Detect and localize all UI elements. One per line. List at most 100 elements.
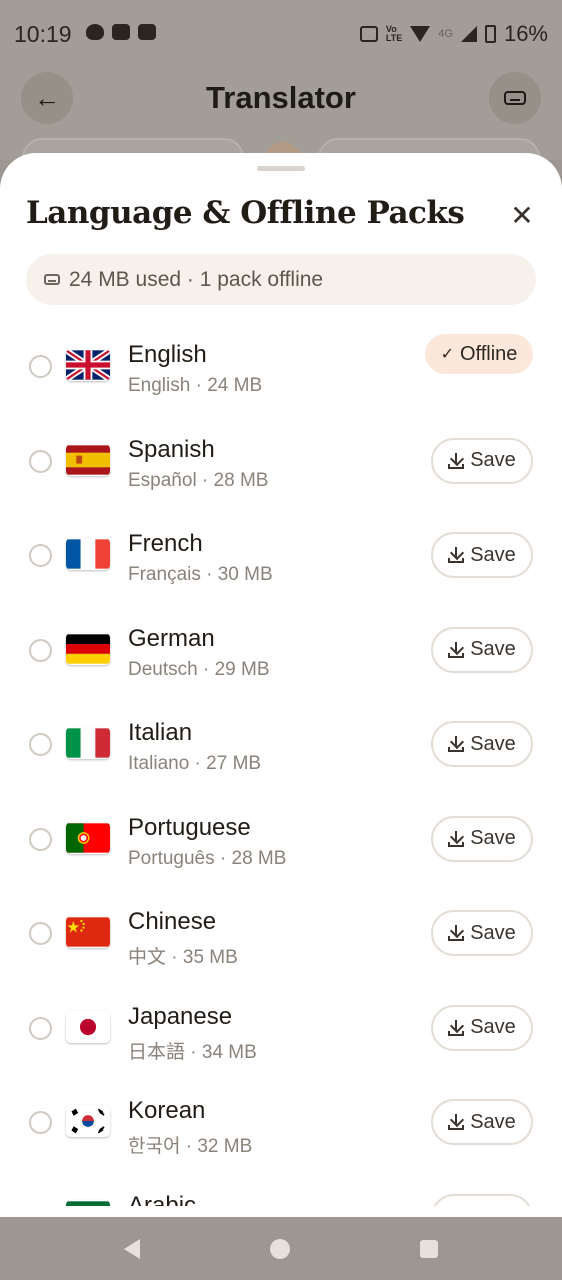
language-row-arabic[interactable]: Arabic Save (0, 1171, 562, 1207)
save-button[interactable]: Save (431, 532, 533, 578)
language-name: Arabic (128, 1191, 197, 1207)
system-nav-bar (0, 1217, 562, 1280)
offline-packs-button[interactable] (489, 72, 541, 124)
drive-icon (44, 274, 60, 285)
save-label: Save (470, 1016, 516, 1038)
nav-back-icon[interactable] (124, 1238, 140, 1259)
language-row-english[interactable]: English English · 24 MB ✓ Offline (0, 320, 562, 415)
battery-percent: 16% (503, 21, 548, 46)
flag-es-icon (66, 444, 110, 476)
drive-icon (504, 91, 526, 105)
save-button[interactable]: Save (431, 1193, 533, 1206)
language-name: Spanish (128, 435, 215, 463)
download-icon (448, 830, 465, 847)
save-button[interactable]: Save (431, 721, 533, 767)
flag-jp-icon (66, 1011, 110, 1043)
language-subtitle: English · 24 MB (128, 375, 263, 396)
nav-home-icon[interactable] (270, 1238, 290, 1259)
language-name: Korean (128, 1097, 206, 1124)
close-icon: ✕ (510, 199, 534, 231)
close-button[interactable]: ✕ (508, 199, 536, 231)
language-subtitle: 한국어 · 32 MB (128, 1136, 253, 1157)
flag-de-icon (66, 633, 110, 665)
select-radio[interactable] (29, 355, 52, 378)
download-icon (448, 641, 465, 658)
flag-pt-icon (66, 822, 110, 854)
select-radio[interactable] (29, 449, 52, 473)
offline-status-button[interactable]: ✓ Offline (425, 334, 533, 374)
language-name: English (128, 341, 207, 368)
save-button[interactable]: Save (431, 1099, 533, 1145)
storage-usage-text: 24 MB used · 1 pack offline (69, 267, 324, 291)
status-bar: 10:19 Vo LTE 4G 16% (0, 0, 562, 70)
language-subtitle: Italiano · 27 MB (128, 753, 262, 774)
flag-kr-icon (66, 1105, 110, 1137)
download-icon (448, 736, 465, 752)
save-label: Save (470, 543, 516, 566)
language-subtitle: Deutsch · 29 MB (128, 658, 270, 680)
select-radio[interactable] (29, 1111, 52, 1134)
language-name: German (128, 624, 215, 652)
language-subtitle: 日本語 · 34 MB (128, 1041, 257, 1063)
language-row-portuguese[interactable]: Portuguese Português · 28 MB Save (0, 793, 562, 888)
nav-recents-icon[interactable] (420, 1239, 438, 1258)
wifi-icon (410, 26, 431, 42)
download-icon (448, 925, 465, 941)
select-radio[interactable] (29, 922, 52, 945)
volte-icon: Vo LTE (385, 24, 403, 43)
language-row-japanese[interactable]: Japanese 日本語 · 34 MB Save (0, 982, 562, 1077)
flag-cn-icon (66, 916, 110, 948)
battery-icon (484, 25, 496, 43)
save-label: Save (470, 449, 516, 471)
language-row-french[interactable]: French Français · 30 MB Save (0, 509, 562, 604)
save-label: Save (470, 732, 516, 755)
save-label: Save (470, 921, 516, 944)
select-radio[interactable] (29, 1205, 52, 1206)
flag-gb-icon (66, 349, 110, 381)
save-button[interactable]: Save (431, 815, 533, 862)
select-radio[interactable] (29, 638, 52, 662)
language-name: Chinese (128, 908, 217, 935)
youtube-icon (112, 24, 130, 40)
save-button[interactable]: Save (431, 626, 533, 673)
language-row-korean[interactable]: Korean 한국어 · 32 MB Save (0, 1076, 562, 1171)
download-icon (448, 547, 465, 563)
network-type: 4G (438, 28, 453, 40)
save-label: Save (470, 1110, 516, 1133)
download-icon (448, 452, 465, 469)
language-row-spanish[interactable]: Spanish Español · 28 MB Save (0, 415, 562, 510)
save-label: Save (470, 638, 516, 660)
sheet-title: Language & Offline Packs (26, 195, 465, 231)
flag-sa-icon (66, 1200, 110, 1206)
flag-it-icon (66, 727, 110, 759)
language-row-italian[interactable]: Italian Italiano · 27 MB Save (0, 698, 562, 793)
select-radio[interactable] (29, 544, 52, 567)
save-label: Save (470, 827, 516, 849)
select-radio[interactable] (29, 827, 52, 851)
language-name: French (128, 530, 203, 557)
vibrate-icon (359, 26, 378, 42)
notification-icons (86, 24, 156, 40)
save-button[interactable]: Save (431, 910, 533, 956)
save-label: Save (470, 1205, 516, 1206)
language-name: Portuguese (128, 813, 251, 841)
select-radio[interactable] (29, 1016, 52, 1040)
language-sheet: Language & Offline Packs ✕ 24 MB used · … (0, 153, 562, 1217)
language-row-german[interactable]: German Deutsch · 29 MB Save (0, 604, 562, 699)
save-button[interactable]: Save (431, 437, 533, 484)
download-icon (448, 1114, 465, 1130)
signal-icon (460, 26, 477, 42)
language-subtitle: Español · 28 MB (128, 469, 269, 491)
app-header: ← Translator (0, 70, 562, 182)
language-name: Italian (128, 719, 193, 746)
save-button[interactable]: Save (431, 1004, 533, 1051)
sheet-drag-handle[interactable] (257, 166, 305, 171)
status-time: 10:19 (14, 21, 72, 47)
select-radio[interactable] (29, 733, 52, 756)
language-list: English English · 24 MB ✓ Offline Spanish Esp… (0, 320, 562, 1206)
language-row-chinese[interactable]: Chinese 中文 · 35 MB Save (0, 887, 562, 982)
offline-label: Offline (459, 342, 518, 365)
reddit-icon (86, 24, 104, 40)
calendar-icon (138, 24, 156, 40)
language-subtitle: Français · 30 MB (128, 564, 273, 585)
